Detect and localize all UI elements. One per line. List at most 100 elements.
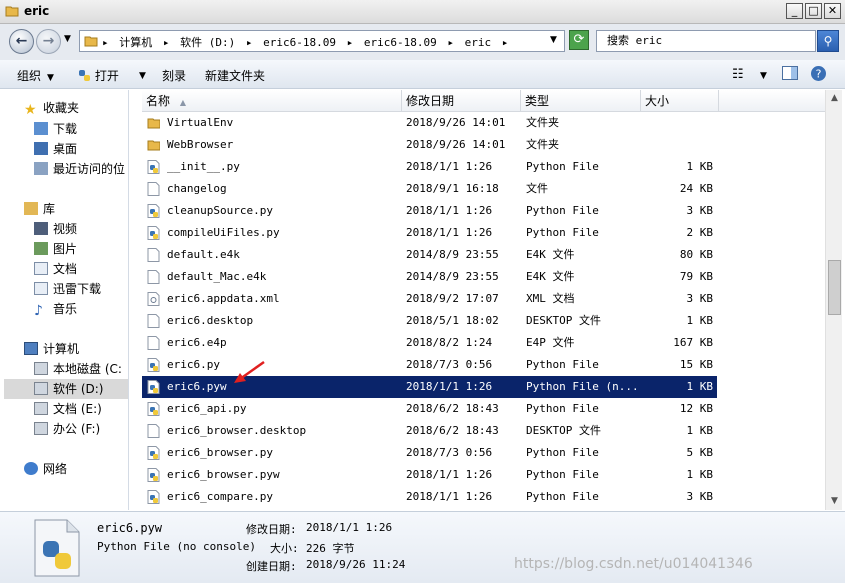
column-name[interactable]: 名称 ▲ [142, 90, 402, 112]
breadcrumb-item[interactable]: eric6-18.09 [263, 36, 336, 49]
details-created-value: 2018/9/26 11:24 [306, 558, 406, 571]
close-button[interactable]: ✕ [824, 3, 841, 19]
nav-computer[interactable]: 计算机 [24, 339, 79, 359]
scroll-up-icon[interactable]: ▲ [826, 90, 843, 107]
library-icon [24, 202, 38, 215]
file-row[interactable]: __init__.py 2018/1/1 1:26 Python File 1 KB [142, 156, 717, 178]
nav-drive-f[interactable]: 办公 (F:) [34, 419, 100, 439]
folder-icon [147, 140, 160, 151]
nav-label: 收藏夹 [43, 101, 80, 115]
file-name: WebBrowser [167, 138, 234, 151]
file-row[interactable]: default_Mac.e4k 2014/8/9 23:55 E4K 文件 79 KB [142, 266, 717, 288]
history-dropdown-icon[interactable]: ▼ [64, 34, 71, 44]
search-input[interactable]: 搜索 eric [596, 30, 816, 52]
file-row[interactable]: eric6.appdata.xml 2018/9/2 17:07 XML 文档 3 K… [142, 288, 717, 310]
breadcrumb-item[interactable]: 软件 (D:) [180, 36, 235, 49]
back-button[interactable]: ← [9, 29, 34, 54]
file-row[interactable]: eric6_browser.py 2018/7/3 0:56 Python File… [142, 442, 717, 464]
maximize-button[interactable]: □ [805, 3, 822, 19]
nav-drive-e[interactable]: 文档 (E:) [34, 399, 102, 419]
file-icon [147, 336, 160, 350]
nav-local-disk[interactable]: 本地磁盘 (C: [34, 359, 122, 379]
file-row[interactable]: VirtualEnv 2018/9/26 14:01 文件夹 [142, 112, 717, 134]
file-size: 1 KB [686, 160, 714, 173]
file-modified: 2018/7/3 0:56 [406, 446, 493, 459]
scroll-down-icon[interactable]: ▼ [826, 493, 843, 510]
file-row[interactable]: cleanupSource.py 2018/1/1 1:26 Python File… [142, 200, 717, 222]
column-type[interactable]: 类型 [521, 90, 641, 112]
nav-drive-d[interactable]: 软件 (D:) [4, 379, 128, 399]
file-row[interactable]: WebBrowser 2018/9/26 14:01 文件夹 [142, 134, 717, 156]
minimize-button[interactable]: _ [786, 3, 803, 19]
file-row[interactable]: eric6.pyw 2018/1/1 1:26 Python File (n... 1… [142, 376, 717, 398]
organize-button[interactable]: 组织 ▼ [17, 67, 54, 84]
details-size-label: 大小: [270, 542, 299, 555]
breadcrumb-separator-icon: ▸ [346, 36, 354, 49]
details-pane: eric6.pyw Python File (no console) 修改日期:… [0, 511, 845, 583]
file-row[interactable]: compileUiFiles.py 2018/1/1 1:26 Python Fil… [142, 222, 717, 244]
file-row[interactable]: eric6_browser.desktop 2018/6/2 18:43 DESKT… [142, 420, 717, 442]
python-file-icon [147, 380, 160, 394]
computer-icon [24, 342, 38, 355]
view-options-icon[interactable]: ☷ [732, 67, 744, 82]
video-icon [34, 222, 48, 235]
nav-pictures[interactable]: 图片 [34, 239, 77, 259]
file-row[interactable]: eric6_browser.pyw 2018/1/1 1:26 Python Fil… [142, 464, 717, 486]
file-type: 文件 [526, 182, 548, 195]
file-row[interactable]: eric6.e4p 2018/8/2 1:24 E4P 文件 167 KB [142, 332, 717, 354]
file-row[interactable]: eric6.py 2018/7/3 0:56 Python File 15 KB [142, 354, 717, 376]
burn-button[interactable]: 刻录 [162, 67, 186, 84]
open-button[interactable]: 打开 [78, 67, 119, 84]
help-icon[interactable]: ? [810, 65, 827, 85]
preview-pane-icon[interactable] [782, 66, 798, 83]
file-row[interactable]: eric6.desktop 2018/5/1 18:02 DESKTOP 文件 1 K… [142, 310, 717, 332]
desktop-icon [34, 142, 48, 155]
nav-documents[interactable]: 文档 [34, 259, 77, 279]
file-row[interactable]: default.e4k 2014/8/9 23:55 E4K 文件 80 KB [142, 244, 717, 266]
file-type: E4K 文件 [526, 270, 575, 283]
breadcrumb-item[interactable]: eric [465, 36, 492, 49]
file-type: Python File [526, 468, 599, 481]
column-size[interactable]: 大小 [641, 90, 719, 112]
breadcrumb-item[interactable]: 计算机 [119, 36, 152, 49]
new-folder-button[interactable]: 新建文件夹 [205, 67, 265, 84]
nav-music[interactable]: ♪ 音乐 [34, 299, 77, 319]
nav-videos[interactable]: 视频 [34, 219, 77, 239]
address-box[interactable]: ▸ 计算机 ▸ 软件 (D:) ▸ eric6-18.09 ▸ eric6-18… [79, 30, 565, 52]
nav-network[interactable]: 网络 [24, 459, 67, 479]
file-type: DESKTOP 文件 [526, 314, 601, 327]
nav-downloads[interactable]: 下载 [34, 119, 77, 139]
vertical-scrollbar[interactable]: ▲ ▼ [825, 90, 842, 510]
view-dropdown-icon[interactable]: ▼ [760, 67, 767, 81]
open-dropdown-button[interactable]: ▼ [133, 67, 146, 81]
refresh-button[interactable]: ⟳ [569, 30, 589, 50]
breadcrumb-item[interactable]: eric6-18.09 [364, 36, 437, 49]
file-modified: 2018/9/2 17:07 [406, 292, 499, 305]
file-modified: 2018/9/26 14:01 [406, 138, 506, 151]
nav-xunlei[interactable]: 迅雷下载 [34, 279, 101, 299]
address-dropdown-icon[interactable]: ▼ [550, 35, 557, 45]
file-row[interactable]: eric6_compare.py 2018/1/1 1:26 Python File… [142, 486, 717, 508]
nav-libraries[interactable]: 库 [24, 199, 55, 219]
scrollbar-thumb[interactable] [828, 260, 841, 315]
search-icon[interactable]: ⚲ [817, 30, 839, 52]
file-size: 1 KB [686, 468, 714, 481]
chevron-down-icon: ▼ [47, 73, 54, 83]
watermark: https://blog.csdn.net/u014041346 [514, 556, 753, 572]
file-row[interactable]: changelog 2018/9/1 16:18 文件 24 KB [142, 178, 717, 200]
python-file-icon [147, 358, 160, 372]
file-modified: 2018/1/1 1:26 [406, 380, 493, 393]
forward-button[interactable]: → [36, 29, 61, 54]
nav-favorites[interactable]: ★ 收藏夹 [24, 98, 79, 118]
column-modified[interactable]: 修改日期 [402, 90, 521, 112]
file-modified: 2018/1/1 1:26 [406, 204, 493, 217]
nav-recent[interactable]: 最近访问的位 [34, 159, 125, 179]
nav-label: 迅雷下载 [53, 282, 102, 296]
details-size-value: 226 字节 [306, 542, 355, 555]
folder-icon [147, 118, 160, 129]
nav-desktop[interactable]: 桌面 [34, 139, 77, 159]
python-file-icon [147, 468, 160, 482]
file-row[interactable]: eric6_api.py 2018/6/2 18:43 Python File 12 … [142, 398, 717, 420]
file-list: 名称 ▲ 修改日期 类型 大小 VirtualEnv 2018/9/26 14:0… [130, 90, 825, 510]
nav-label: 文档 (E:) [53, 402, 102, 416]
